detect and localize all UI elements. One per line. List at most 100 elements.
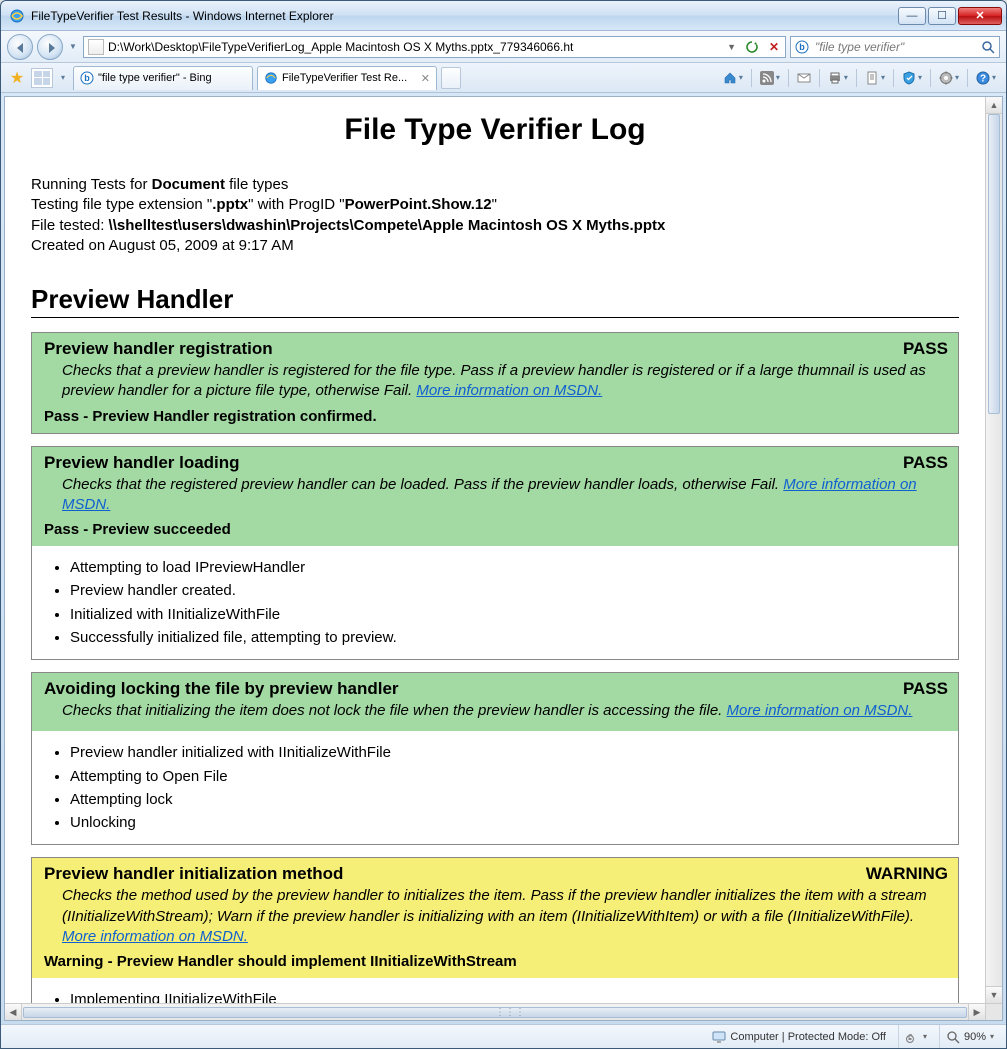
meta-bold: \\shelltest\users\dwashin\Projects\Compe… [109,217,666,234]
test-description: Checks the method used by the preview ha… [44,884,948,949]
scroll-up-icon[interactable]: ▲ [986,97,1002,114]
bing-icon: b [80,71,94,85]
test-status: PASS [903,679,948,699]
zoom-icon [946,1030,960,1044]
test-detail-item: Preview handler created. [70,579,948,602]
test-detail-item: Attempting to load IPreviewHandler [70,556,948,579]
search-go-icon[interactable] [981,40,995,54]
status-zone: Computer | Protected Mode: Off [706,1025,892,1048]
page-body: File Type Verifier Log Running Tests for… [5,97,985,1003]
nav-row: ▼ D:\Work\Desktop\FileTypeVerifierLog_Ap… [1,31,1006,63]
quick-tabs-button[interactable] [31,68,53,88]
address-path: D:\Work\Desktop\FileTypeVerifierLog_Appl… [108,40,720,54]
computer-icon [712,1030,726,1044]
test-status: PASS [903,453,948,473]
forward-button[interactable] [37,34,63,60]
scroll-grip-icon: ⋮⋮⋮ [495,1007,525,1018]
maximize-button[interactable]: ☐ [928,7,956,25]
test-description: Checks that initializing the item does n… [44,699,948,723]
test-detail-item: Attempting to Open File [70,765,948,788]
scroll-down-icon[interactable]: ▼ [986,986,1002,1003]
test-box: Avoiding locking the file by preview han… [31,672,959,845]
section-heading: Preview Handler [31,284,959,318]
page-menu-button[interactable]: ▾ [861,67,889,89]
home-button[interactable]: ▾ [719,67,747,89]
test-details: Attempting to load IPreviewHandlerPrevie… [32,546,958,659]
close-button[interactable]: ✕ [958,7,1002,25]
feeds-button[interactable]: ▾ [756,67,784,89]
meta-text: Running Tests for [31,176,152,193]
meta-text: " with ProgID " [248,196,345,213]
new-tab-button[interactable] [441,67,461,89]
nav-history-dropdown[interactable]: ▼ [67,34,79,60]
status-privacy[interactable]: ▾ [898,1025,933,1048]
test-box: Preview handler loadingPASSChecks that t… [31,446,959,661]
svg-text:b: b [799,42,805,52]
meta-bold: PowerPoint.Show.12 [345,196,492,213]
test-header: Preview handler registrationPASSChecks t… [32,333,958,433]
msdn-link[interactable]: More information on MSDN. [727,702,913,719]
page-icon [88,39,104,55]
stop-button[interactable]: ✕ [765,38,783,56]
favorites-button[interactable]: ★ [7,68,27,88]
address-dropdown[interactable]: ▼ [724,42,739,52]
address-bar[interactable]: D:\Work\Desktop\FileTypeVerifierLog_Appl… [83,36,786,58]
search-input[interactable] [813,39,977,55]
read-mail-button[interactable] [793,67,815,89]
scroll-left-icon[interactable]: ◀ [5,1004,22,1020]
ie-icon [9,8,25,24]
msdn-link[interactable]: More information on MSDN. [416,382,602,399]
page-title: File Type Verifier Log [31,113,959,147]
tab-strip: ★ ▾ b "file type verifier" - Bing FileTy… [1,63,1006,93]
test-detail-item: Unlocking [70,811,948,834]
quick-tabs-dropdown[interactable]: ▾ [57,65,69,91]
svg-text:?: ? [980,73,986,84]
test-detail-item: Successfully initialized file, attemptin… [70,626,948,649]
minimize-button[interactable]: — [898,7,926,25]
test-result: Pass - Preview Handler registration conf… [44,408,948,425]
tab-filetypeverifier[interactable]: FileTypeVerifier Test Re... ✕ [257,66,437,90]
meta-text: file types [225,176,288,193]
command-bar: ▾ ▾ ▾ ▾ ▾ ▾ [719,67,1000,89]
print-button[interactable]: ▾ [824,67,852,89]
back-button[interactable] [7,34,33,60]
test-detail-item: Initialized with IInitializeWithFile [70,603,948,626]
meta-text: " [492,196,497,213]
scroll-right-icon[interactable]: ▶ [968,1004,985,1020]
status-zoom-text: 90% [964,1031,986,1043]
tools-menu-button[interactable]: ▾ [935,67,963,89]
vertical-scrollbar[interactable]: ▲ ▼ [985,97,1002,1003]
test-details: Preview handler initialized with IInitia… [32,731,958,844]
msdn-link[interactable]: More information on MSDN. [62,476,917,513]
status-bar: Computer | Protected Mode: Off ▾ 90% ▾ [1,1024,1006,1048]
search-box[interactable]: b [790,36,1000,58]
privacy-icon [905,1030,919,1044]
test-name: Preview handler registration [44,339,891,359]
safety-menu-button[interactable]: ▾ [898,67,926,89]
meta-block: Running Tests for Document file types Te… [31,175,959,256]
test-box: Preview handler registrationPASSChecks t… [31,332,959,434]
test-status: WARNING [866,864,948,884]
test-header: Preview handler loadingPASSChecks that t… [32,447,958,547]
tab-bing-search[interactable]: b "file type verifier" - Bing [73,66,253,90]
horizontal-scrollbar[interactable]: ◀ ⋮⋮⋮ ▶ [5,1003,985,1020]
test-detail-item: Implementing IInitializeWithFile [70,988,948,1003]
refresh-button[interactable] [743,38,761,56]
tab-label: "file type verifier" - Bing [98,72,212,84]
test-header: Preview handler initialization method WAR… [32,858,958,978]
meta-bold: .pptx [212,196,248,213]
test-detail-item: Attempting lock [70,788,948,811]
test-name: Avoiding locking the file by preview han… [44,679,891,699]
test-box: Preview handler initialization method WAR… [31,857,959,1003]
test-description: Checks that a preview handler is registe… [44,359,948,404]
test-name: Preview handler initialization method [44,864,854,884]
tab-close-icon[interactable]: ✕ [421,72,430,85]
scroll-thumb[interactable] [988,114,1000,414]
status-zoom[interactable]: 90% ▾ [939,1025,1000,1048]
test-detail-item: Preview handler initialized with IInitia… [70,741,948,764]
msdn-link[interactable]: More information on MSDN. [62,928,248,945]
meta-text: Created on August 05, 2009 at 9:17 AM [31,236,959,256]
help-menu-button[interactable]: ?▾ [972,67,1000,89]
test-name: Preview handler loading [44,453,891,473]
test-details: Implementing IInitializeWithFile [32,978,958,1003]
